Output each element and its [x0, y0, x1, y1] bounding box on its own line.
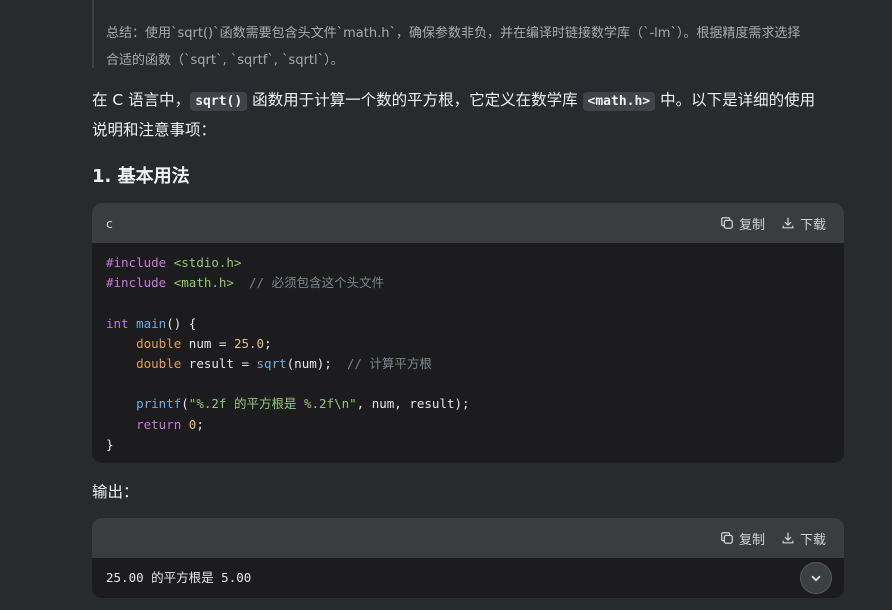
code-block-header: c 复制 下载 [92, 203, 844, 243]
code-token: "%.2f 的平方根是 %.2f\n" [188, 396, 357, 412]
download-button[interactable]: 下载 [781, 214, 826, 233]
code-token: ; [264, 335, 272, 351]
summary-line-2: 合适的函数（`sqrt`, `sqrtf`, `sqrtl`）。 [106, 53, 344, 68]
intro-text-1: 在 C 语言中， [92, 91, 191, 109]
code-token: #include [106, 255, 167, 270]
code-token: ( [181, 396, 189, 412]
code-block-c: c 复制 下载 #include <stdio.h> #include <mat… [92, 203, 844, 463]
code-token: printf [136, 396, 182, 412]
code-comment: // 必须包含这个头文件 [249, 275, 385, 291]
code-token: #include [106, 275, 167, 291]
copy-label: 复制 [738, 532, 765, 548]
copy-button[interactable]: 复制 [720, 529, 765, 548]
code-token: (num); [286, 356, 332, 372]
code-token: double [136, 335, 182, 351]
code-token: 25.0 [233, 335, 265, 351]
intro-text-2: 函数用于计算一个数的平方根，它定义在数学库 [247, 91, 583, 109]
code-token: sqrt [256, 356, 287, 372]
download-icon [782, 532, 794, 544]
copy-label: 复制 [738, 217, 765, 233]
code-token: main [136, 315, 167, 331]
scroll-to-bottom-button[interactable] [800, 562, 832, 594]
code-language-label: c [106, 215, 113, 231]
code-block-actions: 复制 下载 [720, 214, 826, 233]
code-token: return [136, 416, 182, 432]
summary-blockquote: 总结：使用`sqrt()`函数需要包含头文件`math.h`，确保参数非负，并在… [92, 0, 844, 68]
copy-icon [721, 532, 733, 544]
inline-code-math-h: <math.h> [582, 92, 656, 111]
code-block-output: 复制 下载 25.00 的平方根是 5.00 [92, 518, 844, 598]
chevron-down-icon [811, 575, 821, 582]
code-block-actions: 复制 下载 [720, 529, 826, 548]
code-token: <stdio.h> [173, 255, 242, 270]
download-icon [782, 217, 794, 229]
intro-paragraph: 在 C 语言中， sqrt() 函数用于计算一个数的平方根，它定义在数学库 <ma… [92, 86, 852, 145]
output-content: 25.00 的平方根是 5.00 [92, 558, 844, 588]
code-block-header: 复制 下载 [92, 518, 844, 558]
output-label: 输出： [92, 483, 139, 501]
code-token: } [106, 436, 114, 452]
inline-code-sqrt: sqrt() [190, 92, 248, 111]
code-content: #include <stdio.h> #include <math.h> // … [92, 243, 844, 455]
code-comment: // 计算平方根 [346, 356, 432, 372]
section-heading: 1. 基本用法 [92, 166, 190, 187]
code-token: result = [181, 356, 257, 372]
code-token: , num, result); [356, 396, 470, 412]
intro-text-4: 说明和注意事项： [92, 121, 217, 139]
code-token: ; [196, 416, 204, 432]
code-token: int [106, 315, 129, 331]
code-token: num = [181, 335, 234, 351]
summary-line-1: 总结：使用`sqrt()`函数需要包含头文件`math.h`，确保参数非负，并在… [106, 26, 801, 41]
code-token: <math.h> [173, 275, 234, 291]
intro-text-3: 中。以下是详细的使用 [655, 91, 816, 109]
download-label: 下载 [799, 532, 826, 548]
copy-icon [721, 217, 733, 229]
download-label: 下载 [799, 217, 826, 233]
chat-page: 总结：使用`sqrt()`函数需要包含头文件`math.h`，确保参数非负，并在… [0, 0, 892, 610]
download-button[interactable]: 下载 [781, 529, 826, 548]
code-token: double [136, 356, 182, 372]
copy-button[interactable]: 复制 [720, 214, 765, 233]
output-text: 25.00 的平方根是 5.00 [106, 570, 252, 585]
code-token: () { [166, 315, 197, 331]
